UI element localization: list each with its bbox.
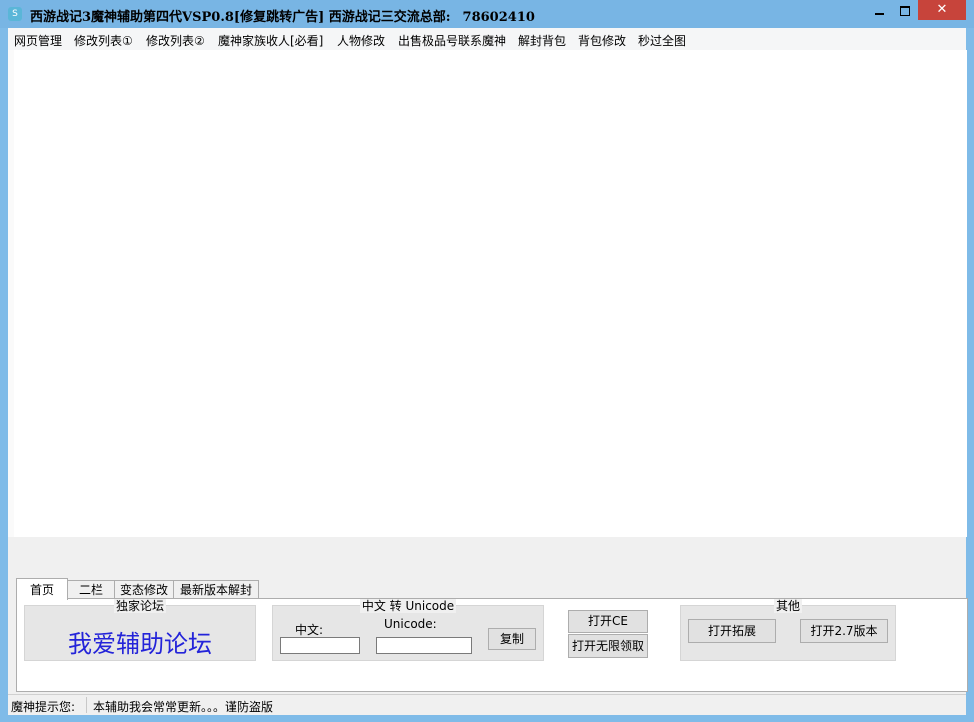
- tab-abnormal-modify[interactable]: 变态修改: [114, 580, 174, 599]
- menu-character-modify[interactable]: 人物修改: [337, 32, 385, 49]
- qq-number: 78602410: [462, 10, 535, 25]
- menu-skip-map[interactable]: 秒过全图: [638, 32, 686, 49]
- open-unlimited-button[interactable]: 打开无限领取: [568, 634, 648, 658]
- status-bar: 魔神提示您: 本辅助我会常常更新。。。谨防盗版: [8, 694, 966, 715]
- menu-recruit[interactable]: 魔神家族收人[必看]: [218, 32, 323, 49]
- tab-latest-unlock[interactable]: 最新版本解封: [173, 580, 259, 599]
- menu-modify-list-1[interactable]: 修改列表①: [74, 32, 133, 49]
- unicode-label: Unicode:: [384, 617, 437, 631]
- app-icon: S: [8, 7, 22, 21]
- window-title-text: 西游战记3魔神辅助第四代VSP0.8[修复跳转广告] 西游战记三交流总部:: [30, 10, 451, 25]
- menu-bar: 网页管理 修改列表① 修改列表② 魔神家族收人[必看] 人物修改 出售极品号联系…: [8, 28, 966, 51]
- forum-group: 独家论坛 我爱辅助论坛: [24, 599, 256, 661]
- client-area: 网页管理 修改列表① 修改列表② 魔神家族收人[必看] 人物修改 出售极品号联系…: [8, 28, 968, 715]
- copy-button[interactable]: 复制: [488, 628, 536, 650]
- tab-column-2[interactable]: 二栏: [67, 580, 115, 599]
- close-button[interactable]: ✕: [918, 0, 966, 20]
- open-ce-button[interactable]: 打开CE: [568, 610, 648, 633]
- status-label: 魔神提示您:: [11, 700, 76, 714]
- browser-left-edge: [8, 50, 14, 537]
- maximize-button[interactable]: [892, 0, 918, 20]
- status-separator: [86, 697, 87, 713]
- app-window: S 西游战记3魔神辅助第四代VSP0.8[修复跳转广告] 西游战记三交流总部: 7…: [0, 0, 974, 722]
- open-v27-button[interactable]: 打开2.7版本: [800, 619, 888, 643]
- chinese-input[interactable]: [280, 637, 360, 654]
- open-extension-button[interactable]: 打开拓展: [688, 619, 776, 643]
- forum-group-title: 独家论坛: [113, 599, 166, 613]
- window-title: 西游战记3魔神辅助第四代VSP0.8[修复跳转广告] 西游战记三交流总部: 786…: [30, 6, 535, 25]
- other-group-title: 其他: [773, 599, 802, 613]
- minimize-button[interactable]: [866, 0, 892, 20]
- other-group: 其他 打开拓展 打开2.7版本: [680, 599, 896, 661]
- status-message: 本辅助我会常常更新。。。谨防盗版: [93, 700, 274, 714]
- unicode-group-title: 中文 转 Unicode: [359, 599, 457, 613]
- web-browser-view[interactable]: [8, 50, 967, 537]
- menu-modify-list-2[interactable]: 修改列表②: [146, 32, 205, 49]
- maximize-icon: [900, 5, 910, 16]
- close-icon: ✕: [936, 2, 948, 17]
- menu-unlock-bag[interactable]: 解封背包: [518, 32, 566, 49]
- unicode-output[interactable]: [376, 637, 472, 654]
- forum-link[interactable]: 我爱辅助论坛: [25, 624, 255, 659]
- unicode-converter-group: 中文 转 Unicode 中文: Unicode: 复制: [272, 599, 544, 661]
- minimize-icon: [874, 12, 884, 15]
- menu-bag-modify[interactable]: 背包修改: [578, 32, 626, 49]
- tab-home[interactable]: 首页: [16, 578, 68, 600]
- menu-web-manage[interactable]: 网页管理: [14, 32, 62, 49]
- menu-sell-account[interactable]: 出售极品号联系魔神: [398, 32, 506, 49]
- chinese-label: 中文:: [295, 623, 324, 637]
- tab-panel-home: 独家论坛 我爱辅助论坛 中文 转 Unicode 中文: Unicode: 复制…: [16, 598, 968, 692]
- title-bar[interactable]: S 西游战记3魔神辅助第四代VSP0.8[修复跳转广告] 西游战记三交流总部: 7…: [0, 0, 974, 28]
